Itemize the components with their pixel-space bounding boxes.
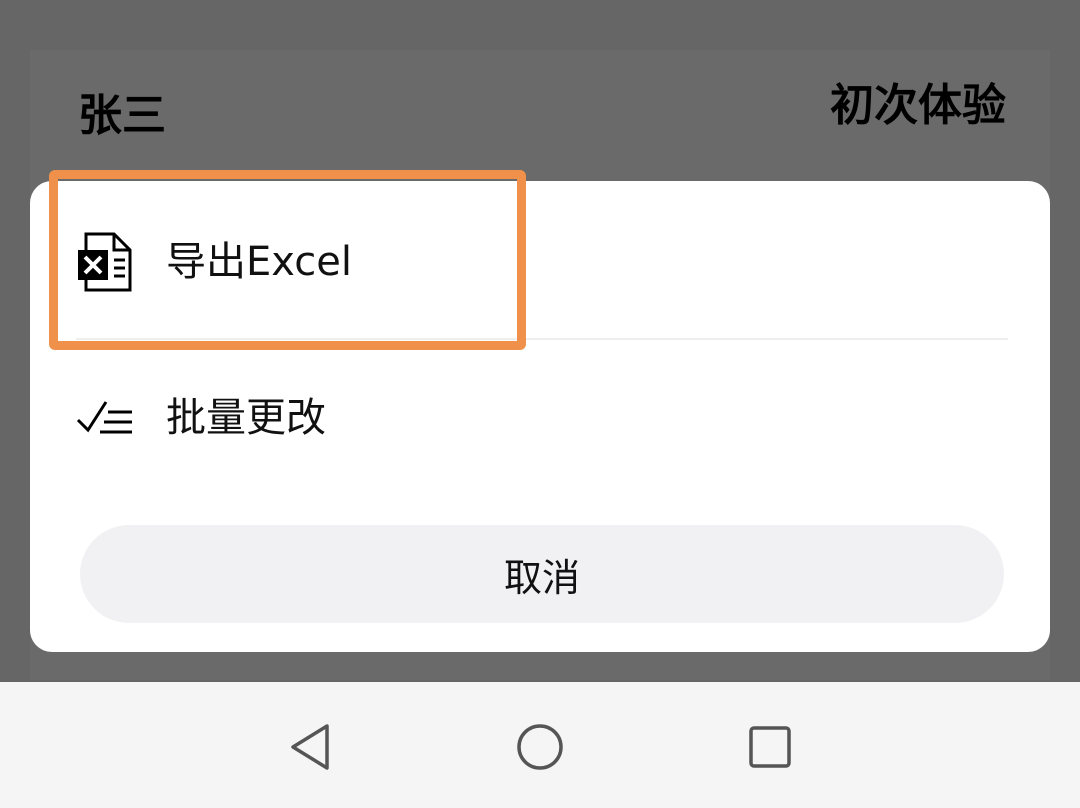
batch-change-item[interactable]: 批量更改 [30,343,1050,493]
back-triangle-icon[interactable] [280,720,340,774]
menu-divider [76,338,1008,340]
system-nav-bar [0,682,1080,808]
excel-file-icon [76,232,134,292]
export-excel-label: 导出Excel [166,239,352,285]
contact-name: 张三 [78,90,166,141]
recent-square-icon[interactable] [740,720,800,774]
checklist-icon [76,389,134,447]
home-circle-icon[interactable] [510,720,570,774]
action-sheet: 导出Excel 批量更改 取消 [30,181,1050,652]
export-excel-item[interactable]: 导出Excel [30,187,1050,337]
batch-change-label: 批量更改 [166,395,326,441]
cancel-button[interactable]: 取消 [80,525,1004,623]
status-label: 初次体验 [830,80,1006,131]
